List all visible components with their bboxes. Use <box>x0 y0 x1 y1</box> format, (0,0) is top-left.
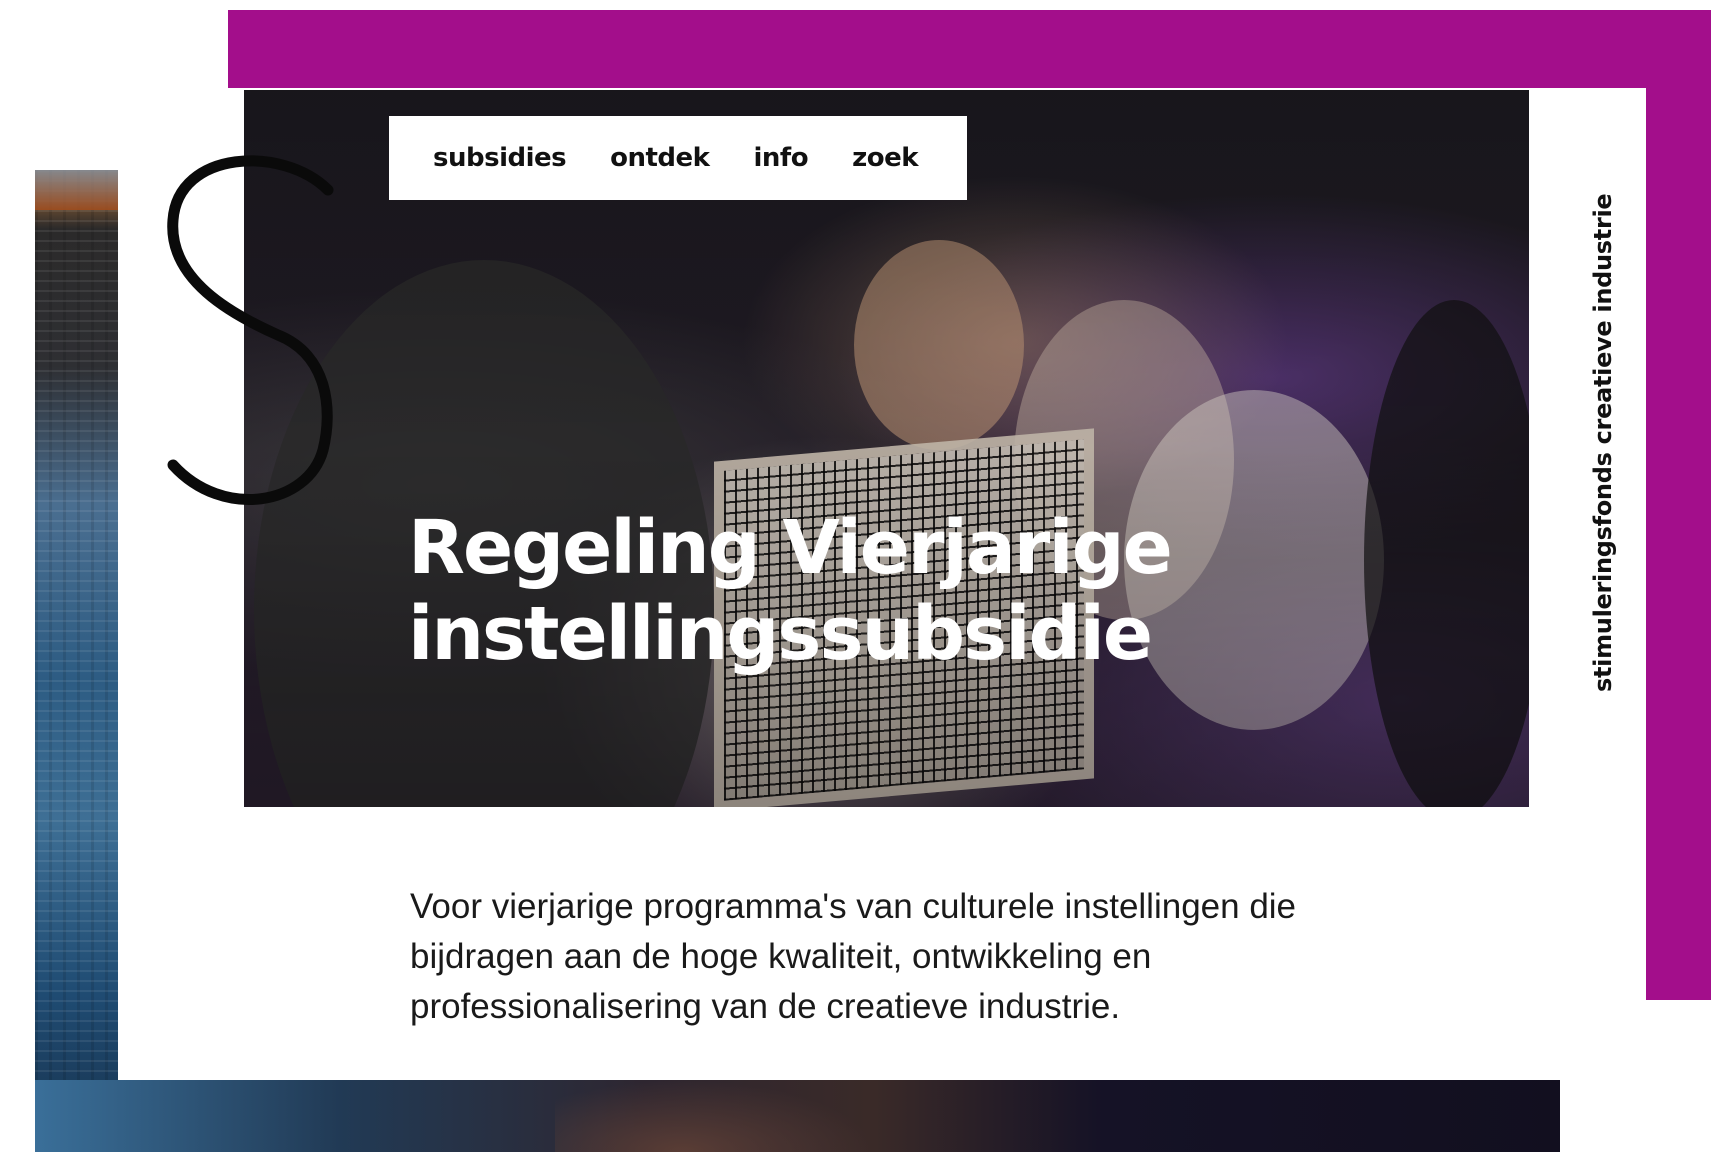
nav-item-zoek[interactable]: zoek <box>852 143 918 173</box>
page: subsidies ontdek info zoek Regeling Vier… <box>0 0 1711 1152</box>
main-nav: subsidies ontdek info zoek <box>389 116 967 200</box>
nav-item-info[interactable]: info <box>753 143 808 173</box>
page-title: Regeling Vierjarige instellingssubsidie <box>408 505 1268 677</box>
brand-name-vertical[interactable]: stimuleringsfonds creatieve industrie <box>1583 157 1623 692</box>
background-image-bottom <box>35 1080 1560 1152</box>
background-image-left <box>35 170 120 1152</box>
accent-frame-right <box>1646 10 1711 1000</box>
page-title-line-2: instellingssubsidie <box>408 591 1153 677</box>
s-logo-icon[interactable] <box>163 150 353 520</box>
accent-frame-top <box>228 10 1711 88</box>
nav-item-subsidies[interactable]: subsidies <box>433 143 567 173</box>
nav-item-ontdek[interactable]: ontdek <box>610 143 710 173</box>
intro-paragraph: Voor vierjarige programma's van culturel… <box>410 887 1297 1026</box>
page-title-line-1: Regeling Vierjarige <box>408 505 1173 591</box>
